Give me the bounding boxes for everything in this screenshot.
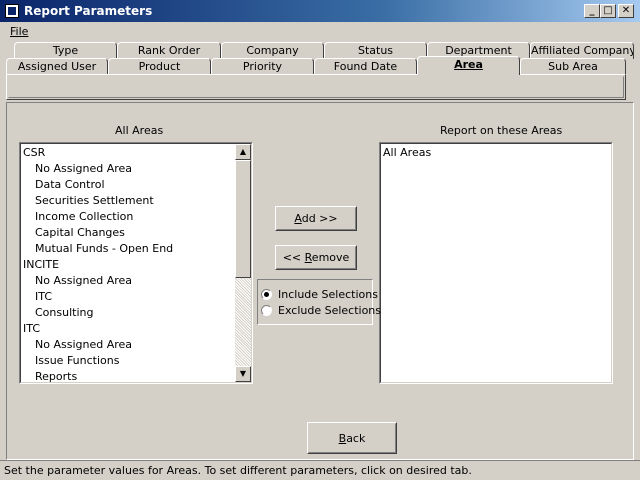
- include-selections-label: Include Selections: [278, 288, 378, 301]
- tab-priority[interactable]: Priority: [211, 58, 314, 75]
- tab-assigned-user[interactable]: Assigned User: [6, 58, 108, 75]
- tab-company[interactable]: Company: [221, 42, 324, 59]
- menu-bar: File: [0, 22, 640, 40]
- tab-type[interactable]: Type: [14, 42, 117, 59]
- tab-found-date[interactable]: Found Date: [314, 58, 417, 75]
- back-button[interactable]: Back: [307, 422, 397, 454]
- all-areas-scrollbar[interactable]: ▲ ▼: [235, 144, 251, 382]
- all-areas-label: All Areas: [115, 124, 164, 137]
- minimize-button[interactable]: _: [584, 4, 600, 18]
- tab-sub-area[interactable]: Sub Area: [520, 58, 626, 75]
- list-item[interactable]: Data Control: [35, 177, 105, 193]
- list-item[interactable]: No Assigned Area: [35, 161, 132, 177]
- scroll-thumb[interactable]: [235, 160, 251, 278]
- tab-affiliated-company[interactable]: Affiliated Company: [530, 42, 634, 59]
- include-selections-option[interactable]: Include Selections: [261, 287, 378, 302]
- status-text: Set the parameter values for Areas. To s…: [4, 464, 472, 477]
- list-item[interactable]: All Areas: [383, 145, 431, 161]
- list-item[interactable]: INCITE: [23, 257, 59, 273]
- list-item[interactable]: Issue Functions: [35, 353, 119, 369]
- tab-rank-order[interactable]: Rank Order: [117, 42, 221, 59]
- list-item[interactable]: Mutual Funds - Open End: [35, 241, 173, 257]
- exclude-radio[interactable]: [261, 305, 272, 316]
- app-icon[interactable]: [5, 4, 19, 18]
- add-button-label: Add >>: [294, 212, 338, 225]
- selection-mode-group: Include Selections Exclude Selections: [257, 279, 381, 325]
- scroll-down-icon[interactable]: ▼: [235, 366, 251, 382]
- list-item[interactable]: Income Collection: [35, 209, 133, 225]
- tab-area[interactable]: Area: [417, 56, 520, 75]
- exclude-selections-option[interactable]: Exclude Selections: [261, 303, 381, 318]
- list-item[interactable]: ITC: [23, 321, 40, 337]
- report-areas-label: Report on these Areas: [440, 124, 563, 137]
- window-title: Report Parameters: [24, 4, 153, 18]
- add-button[interactable]: Add >>: [275, 206, 357, 231]
- remove-button[interactable]: << Remove: [275, 245, 357, 270]
- report-areas-list[interactable]: All Areas: [379, 142, 613, 384]
- list-item[interactable]: Capital Changes: [35, 225, 125, 241]
- list-item[interactable]: Securities Settlement: [35, 193, 154, 209]
- include-radio[interactable]: [261, 289, 272, 300]
- title-bar: Report Parameters _ □ ✕: [0, 0, 640, 22]
- back-button-label: Back: [338, 431, 366, 445]
- list-item[interactable]: ITC: [35, 289, 52, 305]
- list-item[interactable]: No Assigned Area: [35, 273, 132, 289]
- list-item[interactable]: CSR: [23, 145, 45, 161]
- list-item[interactable]: No Assigned Area: [35, 337, 132, 353]
- close-button[interactable]: ✕: [618, 4, 634, 18]
- exclude-selections-label: Exclude Selections: [278, 304, 382, 317]
- list-item[interactable]: Consulting: [35, 305, 93, 321]
- maximize-button[interactable]: □: [600, 4, 616, 18]
- tab-panel: [6, 74, 626, 100]
- status-bar: Set the parameter values for Areas. To s…: [0, 460, 640, 480]
- remove-button-label: << Remove: [282, 251, 350, 264]
- all-areas-list[interactable]: CSR No Assigned Area Data Control Securitie…: [19, 142, 253, 384]
- menu-file-label: File: [10, 25, 29, 38]
- menu-file[interactable]: File: [10, 25, 28, 38]
- scroll-up-icon[interactable]: ▲: [235, 144, 251, 160]
- tab-product[interactable]: Product: [108, 58, 211, 75]
- list-item[interactable]: Reports: [35, 369, 77, 382]
- tab-status[interactable]: Status: [324, 42, 427, 59]
